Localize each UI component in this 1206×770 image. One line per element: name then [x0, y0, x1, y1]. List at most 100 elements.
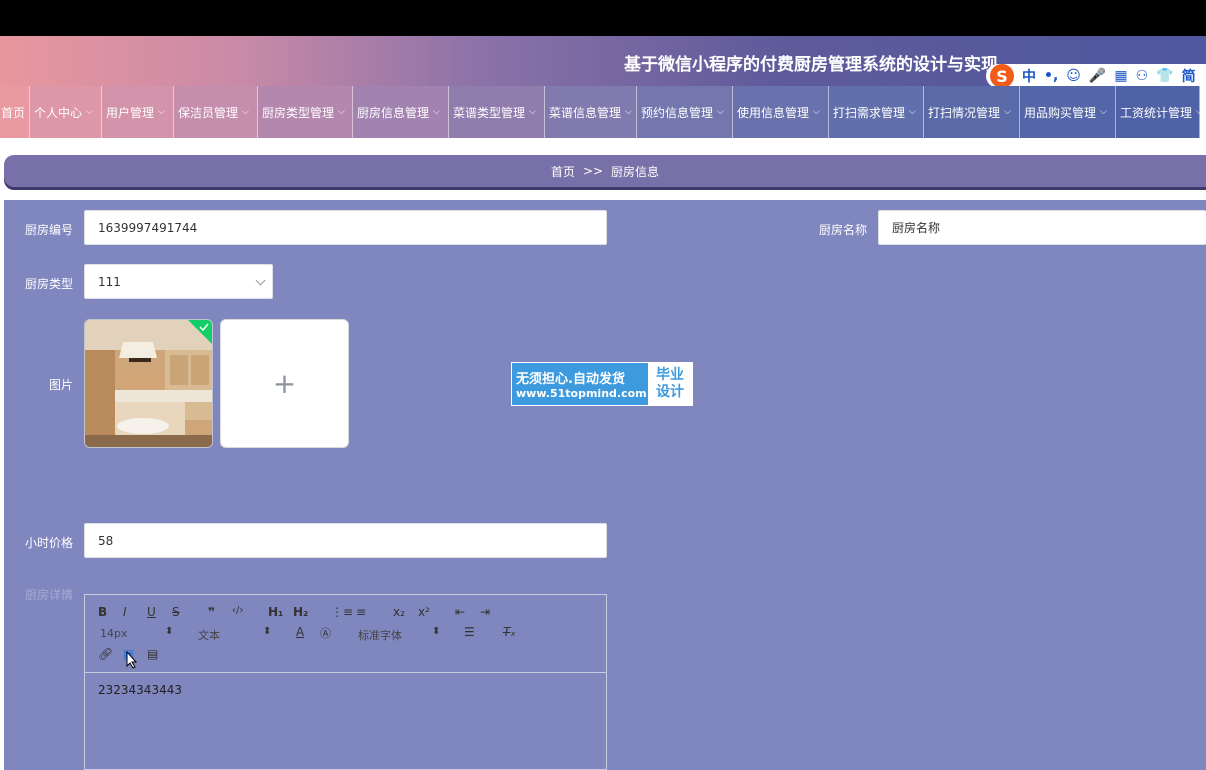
nav-item-label: 打扫需求管理 — [833, 105, 906, 120]
chevron-down-icon: ⌵ — [242, 107, 249, 117]
chevron-down-icon: ⌵ — [529, 107, 536, 117]
indent-icon[interactable]: ⇥ — [480, 605, 490, 619]
nav-item-6[interactable]: 菜谱类型管理 ⌵ — [449, 86, 545, 138]
watermark-line2: www.51topmind.com — [516, 387, 647, 400]
chevron-down-icon: ⌵ — [338, 107, 345, 117]
nav-item-3[interactable]: 保洁员管理 ⌵ — [174, 86, 258, 138]
ime-punctuation-icon[interactable]: •, — [1044, 68, 1058, 84]
kitchen-name-value: 厨房名称 — [892, 221, 941, 235]
nav-item-2[interactable]: 用户管理 ⌵ — [102, 86, 174, 138]
nav-item-label: 厨房类型管理 — [262, 105, 335, 120]
outdent-icon[interactable]: ⇤ — [455, 605, 465, 619]
nav-item-7[interactable]: 菜谱信息管理 ⌵ — [545, 86, 637, 138]
heading2-button[interactable]: H₂ — [293, 605, 308, 619]
hourly-price-input[interactable]: 58 — [84, 523, 607, 558]
font-size-select[interactable]: 14px — [100, 627, 128, 640]
font-size-arrow-icon[interactable]: ⬍ — [165, 626, 173, 637]
ime-chinese-toggle[interactable]: 中 — [1022, 66, 1036, 86]
ime-skin-icon[interactable]: 👕 — [1156, 68, 1173, 84]
nav-item-9[interactable]: 使用信息管理 ⌵ — [733, 86, 829, 138]
nav-item-label: 预约信息管理 — [641, 105, 714, 120]
nav-item-13[interactable]: 工资统计管理 ⌵ — [1116, 86, 1203, 138]
ordered-list-icon[interactable]: ⋮≡ — [331, 605, 353, 619]
kitchen-no-value: 1639997491744 — [98, 220, 198, 235]
font-color-icon[interactable]: A — [296, 625, 304, 639]
link-icon[interactable]: 🔗︎ — [98, 647, 113, 661]
align-icon[interactable]: ☰ — [464, 625, 475, 639]
chevron-down-icon: ⌵ — [1196, 107, 1203, 117]
ime-toolbar[interactable]: S 中 •, ☺ 🎤 ▦ ⚇ 👕 简 — [986, 64, 1206, 88]
watermark-banner: 无须担心.自动发货 www.51topmind.com 毕业 设计 — [511, 362, 693, 406]
rich-text-editor[interactable]: B I U S ❞ ‹/› H₁ H₂ ⋮≡ ≡ x₂ x² ⇤ ⇥ 14px … — [84, 594, 607, 770]
ime-user-icon[interactable]: ⚇ — [1136, 68, 1149, 84]
kitchen-image-thumbnail[interactable] — [84, 319, 213, 448]
details-label: 厨房详情 — [24, 588, 73, 602]
editor-toolbar: B I U S ❞ ‹/› H₁ H₂ ⋮≡ ≡ x₂ x² ⇤ ⇥ 14px … — [85, 595, 606, 673]
editor-content[interactable]: 23234343443 — [98, 683, 182, 697]
code-icon[interactable]: ‹/› — [232, 605, 243, 616]
kitchen-no-input[interactable]: 1639997491744 — [84, 210, 607, 245]
nav-item-label: 用户管理 — [106, 105, 155, 120]
kitchen-name-label: 厨房名称 — [818, 223, 867, 237]
italic-button[interactable]: I — [123, 605, 127, 619]
strike-button[interactable]: S — [172, 605, 180, 619]
hourly-price-label: 小时价格 — [24, 536, 73, 550]
nav-item-label: 厨房信息管理 — [357, 105, 430, 120]
window-top-bar — [0, 0, 1206, 36]
breadcrumb: 首页 >> 厨房信息 — [4, 155, 1206, 187]
nav-item-8[interactable]: 预约信息管理 ⌵ — [637, 86, 733, 138]
watermark-badge1: 毕业 — [656, 367, 684, 383]
nav-item-label: 菜谱类型管理 — [453, 105, 526, 120]
bullet-list-icon[interactable]: ≡ — [356, 605, 366, 619]
subscript-button[interactable]: x₂ — [393, 605, 405, 619]
chevron-down-icon: ⌵ — [1100, 107, 1107, 117]
watermark-badge2: 设计 — [656, 384, 684, 400]
chevron-down-icon: ⌵ — [625, 107, 632, 117]
chevron-down-icon: ⌵ — [158, 107, 165, 117]
background-color-icon[interactable]: Ⓐ — [320, 625, 331, 641]
nav-item-label: 打扫情况管理 — [928, 105, 1001, 120]
kitchen-name-input[interactable]: 厨房名称 — [878, 210, 1206, 245]
font-family-select[interactable]: 标准字体 — [358, 627, 402, 643]
nav-item-10[interactable]: 打扫需求管理 ⌵ — [829, 86, 924, 138]
ime-simplified-toggle[interactable]: 简 — [1182, 66, 1196, 86]
nav-item-label: 菜谱信息管理 — [549, 105, 622, 120]
breadcrumb-home[interactable]: 首页 — [551, 163, 575, 180]
breadcrumb-separator: >> — [582, 164, 604, 178]
nav-item-label: 个人中心 — [34, 105, 83, 120]
nav-item-5[interactable]: 厨房信息管理 ⌵ — [353, 86, 449, 138]
quote-icon[interactable]: ❞ — [208, 605, 215, 619]
heading1-button[interactable]: H₁ — [268, 605, 283, 619]
ime-keyboard-icon[interactable]: ▦ — [1114, 68, 1127, 84]
mouse-cursor-icon — [126, 651, 138, 669]
underline-button[interactable]: U — [147, 605, 156, 619]
image-label: 图片 — [48, 378, 73, 392]
nav-item-label: 保洁员管理 — [178, 105, 239, 120]
plus-icon: + — [272, 367, 297, 400]
kitchen-type-select[interactable]: 111 — [84, 264, 273, 299]
nav-item-4[interactable]: 厨房类型管理 ⌵ — [258, 86, 353, 138]
kitchen-type-value: 111 — [98, 274, 121, 289]
nav-item-label: 首页 — [1, 105, 26, 120]
breadcrumb-current: 厨房信息 — [611, 164, 660, 179]
nav-item-1[interactable]: 个人中心 ⌵ — [30, 86, 102, 138]
hourly-price-value: 58 — [98, 533, 114, 548]
nav-item-0[interactable]: 首页 — [0, 86, 30, 138]
nav-item-11[interactable]: 打扫情况管理 ⌵ — [924, 86, 1020, 138]
upload-image-button[interactable]: + — [220, 319, 349, 448]
chevron-down-icon: ⌵ — [909, 107, 916, 117]
kitchen-no-label: 厨房编号 — [24, 223, 73, 237]
ime-mic-icon[interactable]: 🎤 — [1089, 68, 1106, 84]
ime-emoji-icon[interactable]: ☺ — [1066, 68, 1081, 84]
header-arrow-icon[interactable]: ⬍ — [263, 626, 271, 637]
clear-format-icon[interactable]: T̶ₓ — [503, 625, 516, 639]
superscript-button[interactable]: x² — [418, 605, 430, 619]
kitchen-type-label: 厨房类型 — [24, 277, 73, 291]
nav-item-12[interactable]: 用品购买管理 ⌵ — [1020, 86, 1116, 138]
header-select[interactable]: 文本 — [198, 627, 220, 643]
chevron-down-icon: ⌵ — [86, 107, 93, 117]
bold-button[interactable]: B — [98, 605, 107, 619]
sogou-logo-icon[interactable]: S — [990, 64, 1014, 88]
font-family-arrow-icon[interactable]: ⬍ — [432, 626, 440, 637]
video-icon[interactable]: ▤ — [147, 647, 158, 661]
